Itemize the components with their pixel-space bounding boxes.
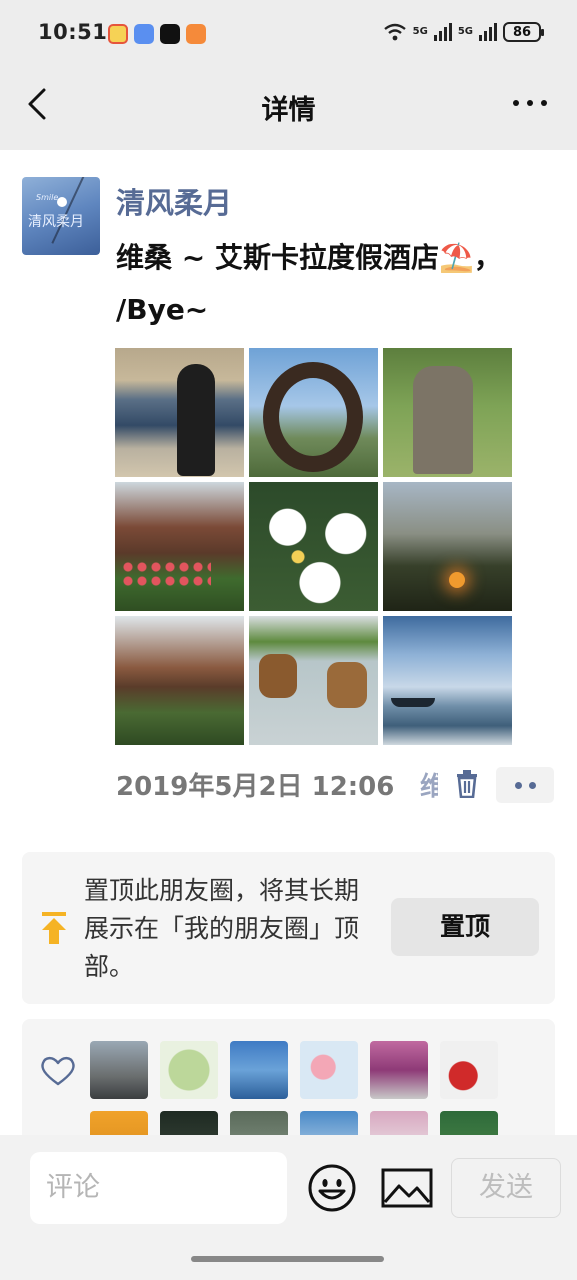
notification-icon-1 [108,24,128,44]
notification-icon-2 [134,24,154,44]
liker-avatar[interactable] [90,1041,148,1099]
signal-icon-2 [479,23,497,41]
tiktok-icon [160,24,180,44]
battery-icon: 86 [503,22,544,42]
username[interactable]: 清风柔月 [116,180,232,222]
page-title: 详情 [261,95,316,126]
pin-top-icon [42,912,66,944]
more-dots-icon[interactable] [513,100,547,106]
liker-avatar[interactable] [230,1041,288,1099]
avatar[interactable]: Smile 清风柔月 [22,177,100,255]
photo-grid [115,348,513,746]
truncated-location: 维 [420,772,438,802]
photo-stone-statue[interactable] [383,348,512,477]
liker-avatar[interactable] [160,1041,218,1099]
liker-avatar[interactable] [440,1041,498,1099]
comment-options-button[interactable] [496,767,554,803]
liker-avatar[interactable] [300,1041,358,1099]
send-button[interactable]: 发送 [451,1158,561,1218]
photo-resort-garden[interactable] [115,616,244,745]
photo-palm-sunset[interactable] [383,482,512,611]
likes-section [22,1019,555,1169]
photo-sea-boat[interactable] [383,616,512,745]
wifi-icon [383,23,406,41]
photo-stone-ring-sculpture[interactable] [249,348,378,477]
avatar-moon [57,197,67,207]
photo-tropical-house[interactable] [115,482,244,611]
home-indicator[interactable] [191,1256,384,1262]
post-timestamp: 2019年5月2日 12:06 [116,772,395,802]
liker-avatar[interactable] [370,1041,428,1099]
post-text-line-2: /Bye~ [116,293,209,326]
comment-bar: 评论 发送 [0,1135,577,1280]
image-icon[interactable] [381,1168,433,1208]
post-text-line-1: 维桑 ~ 艾斯卡拉度假酒店⛱️， [116,241,502,274]
comment-input[interactable]: 评论 [30,1152,287,1224]
status-time: 10:51 [38,20,108,44]
status-bar: 10:51 5G 5G 86 [0,0,577,66]
status-right: 5G 5G 86 [383,22,544,42]
pin-description: 置顶此朋友圈，将其长期展示在「我的朋友圈」顶部。 [84,876,360,981]
emoji-icon[interactable] [307,1163,357,1213]
heart-icon [41,1056,75,1086]
nav-bar: 详情 [0,66,577,150]
post-text: 维桑 ~ 艾斯卡拉度假酒店⛱️， /Bye~ [116,232,566,336]
photo-plumeria-flowers[interactable] [249,482,378,611]
trash-icon[interactable] [455,770,479,798]
avatar-badge: Smile [36,193,59,202]
network-label-2: 5G [457,26,473,37]
signal-icon-1 [433,23,452,41]
pin-button[interactable]: 置顶 [391,898,539,956]
photo-beach-person[interactable] [115,348,244,477]
network-label-1: 5G [412,26,428,37]
photo-dogs-in-water[interactable] [249,616,378,745]
avatar-calligraphy: 清风柔月 [28,214,84,230]
notification-icon-4 [186,24,206,44]
pin-card: 置顶此朋友圈，将其长期展示在「我的朋友圈」顶部。 置顶 [22,852,555,1004]
